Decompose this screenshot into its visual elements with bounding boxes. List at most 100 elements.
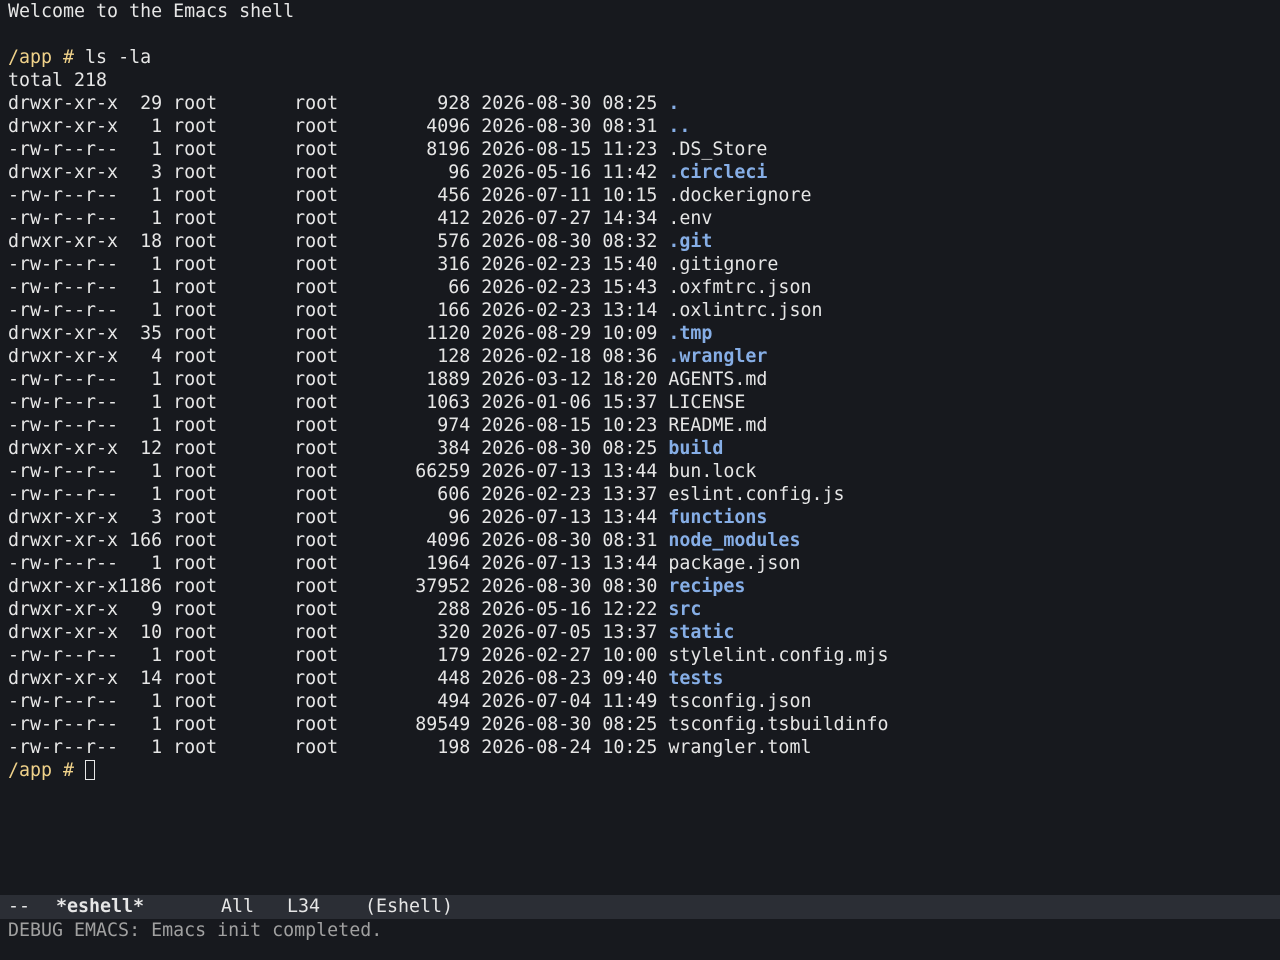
directory-name[interactable]: recipes xyxy=(668,576,745,597)
list-item-meta: drwxr-xr-x 4 root root 128 2026-02-18 08… xyxy=(8,346,669,367)
shell-prompt: /app # xyxy=(8,47,86,68)
list-item: drwxr-xr-x 166 root root 4096 2026-08-30… xyxy=(8,529,1272,552)
list-item-meta: -rw-r--r-- 1 root root 89549 2026-08-30 … xyxy=(8,714,669,735)
list-item-meta: drwxr-xr-x 18 root root 576 2026-08-30 0… xyxy=(8,231,669,252)
list-item-meta: -rw-r--r-- 1 root root 179 2026-02-27 10… xyxy=(8,645,669,666)
modeline-status: -- xyxy=(8,896,31,917)
list-item: -rw-r--r-- 1 root root 66 2026-02-23 15:… xyxy=(8,276,1272,299)
file-name[interactable]: README.md xyxy=(668,415,767,436)
list-item: drwxr-xr-x 12 root root 384 2026-08-30 0… xyxy=(8,437,1272,460)
file-name[interactable]: .env xyxy=(668,208,712,229)
list-item: drwxr-xr-x 9 root root 288 2026-05-16 12… xyxy=(8,598,1272,621)
directory-name[interactable]: build xyxy=(668,438,723,459)
file-listing: drwxr-xr-x 29 root root 928 2026-08-30 0… xyxy=(8,92,1272,759)
file-name[interactable]: .dockerignore xyxy=(668,185,811,206)
eshell-buffer[interactable]: Welcome to the Emacs shell /app # ls -la… xyxy=(8,0,1272,895)
list-item: -rw-r--r-- 1 root root 198 2026-08-24 10… xyxy=(8,736,1272,759)
list-item-meta: drwxr-xr-x 14 root root 448 2026-08-23 0… xyxy=(8,668,669,689)
list-item: -rw-r--r-- 1 root root 1964 2026-07-13 1… xyxy=(8,552,1272,575)
modeline-major-mode[interactable]: (Eshell) xyxy=(365,895,453,919)
directory-name[interactable]: functions xyxy=(668,507,767,528)
list-item-meta: drwxr-xr-x 29 root root 928 2026-08-30 0… xyxy=(8,93,669,114)
list-item-meta: -rw-r--r-- 1 root root 1063 2026-01-06 1… xyxy=(8,392,669,413)
list-item-meta: drwxr-xr-x 35 root root 1120 2026-08-29 … xyxy=(8,323,669,344)
directory-name[interactable]: .. xyxy=(668,116,690,137)
text-cursor[interactable] xyxy=(85,760,96,780)
list-item: drwxr-xr-x 14 root root 448 2026-08-23 0… xyxy=(8,667,1272,690)
modeline-line-number: L34 xyxy=(287,896,321,917)
file-name[interactable]: package.json xyxy=(668,553,800,574)
list-item-meta: -rw-r--r-- 1 root root 412 2026-07-27 14… xyxy=(8,208,669,229)
list-item: -rw-r--r-- 1 root root 316 2026-02-23 15… xyxy=(8,253,1272,276)
file-name[interactable]: .gitignore xyxy=(668,254,778,275)
list-item: drwxr-xr-x 1 root root 4096 2026-08-30 0… xyxy=(8,115,1272,138)
list-item-meta: -rw-r--r-- 1 root root 494 2026-07-04 11… xyxy=(8,691,669,712)
list-item: drwxr-xr-x 35 root root 1120 2026-08-29 … xyxy=(8,322,1272,345)
directory-name[interactable]: node_modules xyxy=(668,530,800,551)
file-name[interactable]: .DS_Store xyxy=(668,139,767,160)
list-item-meta: drwxr-xr-x 10 root root 320 2026-07-05 1… xyxy=(8,622,669,643)
file-name[interactable]: stylelint.config.mjs xyxy=(668,645,888,666)
file-name[interactable]: .oxfmtrc.json xyxy=(668,277,811,298)
directory-name[interactable]: tests xyxy=(668,668,723,689)
list-item: drwxr-xr-x 10 root root 320 2026-07-05 1… xyxy=(8,621,1272,644)
file-name[interactable]: tsconfig.json xyxy=(668,691,811,712)
list-item-meta: drwxr-xr-x 12 root root 384 2026-08-30 0… xyxy=(8,438,669,459)
list-item: -rw-r--r-- 1 root root 1063 2026-01-06 1… xyxy=(8,391,1272,414)
list-item: drwxr-xr-x 3 root root 96 2026-05-16 11:… xyxy=(8,161,1272,184)
input-line[interactable]: /app # xyxy=(8,759,1272,782)
list-item-meta: -rw-r--r-- 1 root root 198 2026-08-24 10… xyxy=(8,737,669,758)
list-item: drwxr-xr-x 18 root root 576 2026-08-30 0… xyxy=(8,230,1272,253)
directory-name[interactable]: .wrangler xyxy=(668,346,767,367)
list-item-meta: -rw-r--r-- 1 root root 166 2026-02-23 13… xyxy=(8,300,669,321)
list-item: -rw-r--r-- 1 root root 974 2026-08-15 10… xyxy=(8,414,1272,437)
list-item-meta: drwxr-xr-x 9 root root 288 2026-05-16 12… xyxy=(8,599,669,620)
file-name[interactable]: eslint.config.js xyxy=(668,484,844,505)
list-item-meta: -rw-r--r-- 1 root root 316 2026-02-23 15… xyxy=(8,254,669,275)
list-item: -rw-r--r-- 1 root root 412 2026-07-27 14… xyxy=(8,207,1272,230)
listing-total: total 218 xyxy=(8,70,108,91)
file-name[interactable]: tsconfig.tsbuildinfo xyxy=(668,714,888,735)
list-item-meta: -rw-r--r-- 1 root root 606 2026-02-23 13… xyxy=(8,484,669,505)
list-item-meta: -rw-r--r-- 1 root root 66 2026-02-23 15:… xyxy=(8,277,669,298)
list-item: -rw-r--r-- 1 root root 179 2026-02-27 10… xyxy=(8,644,1272,667)
list-item: -rw-r--r-- 1 root root 89549 2026-08-30 … xyxy=(8,713,1272,736)
list-item-meta: drwxr-xr-x 166 root root 4096 2026-08-30… xyxy=(8,530,669,551)
list-item-meta: -rw-r--r-- 1 root root 456 2026-07-11 10… xyxy=(8,185,669,206)
list-item: drwxr-xr-x 4 root root 128 2026-02-18 08… xyxy=(8,345,1272,368)
list-item-meta: drwxr-xr-x1186 root root 37952 2026-08-3… xyxy=(8,576,669,597)
list-item: drwxr-xr-x 29 root root 928 2026-08-30 0… xyxy=(8,92,1272,115)
list-item: -rw-r--r-- 1 root root 66259 2026-07-13 … xyxy=(8,460,1272,483)
list-item-meta: drwxr-xr-x 3 root root 96 2026-05-16 11:… xyxy=(8,162,669,183)
command-text: ls -la xyxy=(85,47,152,68)
list-item: drwxr-xr-x 3 root root 96 2026-07-13 13:… xyxy=(8,506,1272,529)
list-item: -rw-r--r-- 1 root root 494 2026-07-04 11… xyxy=(8,690,1272,713)
directory-name[interactable]: static xyxy=(668,622,734,643)
directory-name[interactable]: .tmp xyxy=(668,323,712,344)
list-item-meta: -rw-r--r-- 1 root root 1964 2026-07-13 1… xyxy=(8,553,669,574)
file-name[interactable]: .oxlintrc.json xyxy=(668,300,822,321)
file-name[interactable]: bun.lock xyxy=(668,461,756,482)
file-name[interactable]: wrangler.toml xyxy=(668,737,811,758)
list-item-meta: -rw-r--r-- 1 root root 8196 2026-08-15 1… xyxy=(8,139,669,160)
file-name[interactable]: LICENSE xyxy=(668,392,745,413)
shell-prompt: /app # xyxy=(8,760,86,781)
list-item-meta: -rw-r--r-- 1 root root 66259 2026-07-13 … xyxy=(8,461,669,482)
modeline-position: All xyxy=(221,896,255,917)
echo-area: DEBUG EMACS: Emacs init completed. xyxy=(8,920,383,941)
modeline-buffer-name[interactable]: *eshell* xyxy=(56,895,144,919)
list-item: -rw-r--r-- 1 root root 456 2026-07-11 10… xyxy=(8,184,1272,207)
directory-name[interactable]: .circleci xyxy=(668,162,767,183)
directory-name[interactable]: src xyxy=(668,599,701,620)
file-name[interactable]: AGENTS.md xyxy=(668,369,767,390)
list-item: drwxr-xr-x1186 root root 37952 2026-08-3… xyxy=(8,575,1272,598)
welcome-message: Welcome to the Emacs shell xyxy=(8,1,295,22)
list-item: -rw-r--r-- 1 root root 1889 2026-03-12 1… xyxy=(8,368,1272,391)
mode-line: -- *eshell* All L34 (Eshell) xyxy=(0,895,1280,919)
command-line: /app # ls -la xyxy=(8,46,1272,69)
directory-name[interactable]: .git xyxy=(668,231,712,252)
directory-name[interactable]: . xyxy=(668,93,679,114)
list-item: -rw-r--r-- 1 root root 8196 2026-08-15 1… xyxy=(8,138,1272,161)
list-item-meta: -rw-r--r-- 1 root root 974 2026-08-15 10… xyxy=(8,415,669,436)
